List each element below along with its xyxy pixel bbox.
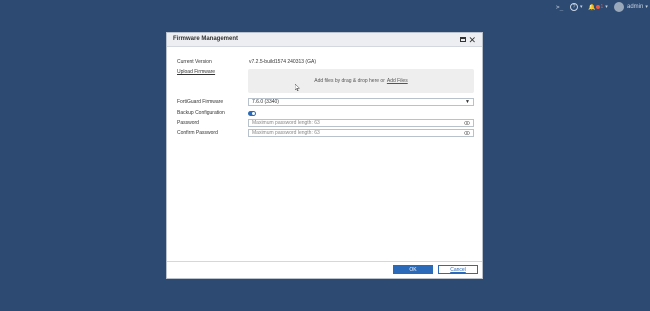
chevron-down-icon: ▾: [580, 4, 583, 10]
dialog-header: Firmware Management ✕: [167, 33, 482, 47]
notifications-menu[interactable]: 🔔 1 ▾: [588, 2, 608, 12]
current-version-label: Current Version: [177, 59, 212, 65]
mouse-cursor-icon: [295, 84, 300, 91]
firmware-management-dialog: Firmware Management ✕ Current Version v7…: [166, 32, 483, 279]
password-field[interactable]: Maximum password length: 63: [248, 119, 474, 127]
password-label: Password: [177, 120, 199, 126]
chevron-down-icon: ▼: [465, 99, 470, 105]
help-menu[interactable]: ? ▾: [570, 2, 583, 12]
eye-icon[interactable]: [464, 121, 470, 125]
fortiguard-firmware-value: 7.6.0 (3340): [252, 99, 279, 105]
password-placeholder: Maximum password length: 63: [252, 120, 320, 126]
upload-firmware-label[interactable]: Upload Firmware: [177, 69, 215, 75]
chevron-down-icon: ▾: [645, 4, 648, 10]
ok-button[interactable]: OK: [393, 265, 433, 274]
backup-configuration-label: Backup Configuration: [177, 110, 225, 116]
user-name: admin: [627, 4, 644, 10]
fortiguard-firmware-label: FortiGuard Firmware: [177, 99, 224, 105]
dialog-title: Firmware Management: [173, 36, 239, 42]
top-bar: >_ ? ▾ 🔔 1 ▾ admin ▾: [0, 0, 650, 14]
fortiguard-firmware-select[interactable]: 7.6.0 (3340) ▼: [248, 98, 474, 106]
confirm-password-placeholder: Maximum password length: 63: [252, 130, 320, 136]
dialog-footer: OK Cancel: [167, 261, 482, 278]
backup-configuration-toggle[interactable]: [248, 111, 256, 116]
file-dropzone[interactable]: Add files by drag & drop here or Add Fil…: [248, 69, 474, 93]
eye-icon[interactable]: [464, 131, 470, 135]
confirm-password-field[interactable]: Maximum password length: 63: [248, 129, 474, 137]
help-icon: ?: [570, 3, 578, 11]
toggle-knob: [252, 112, 255, 115]
bell-icon: 🔔: [588, 4, 596, 11]
dropzone-text: Add files by drag & drop here or: [314, 78, 385, 84]
terminal-icon[interactable]: >_: [556, 2, 563, 12]
maximize-icon[interactable]: [460, 37, 466, 42]
chevron-down-icon: ▾: [605, 4, 608, 10]
user-menu[interactable]: admin ▾: [614, 2, 648, 12]
avatar: [614, 2, 624, 12]
confirm-password-label: Confirm Password: [177, 130, 218, 136]
add-files-link[interactable]: Add Files: [387, 78, 408, 84]
cancel-button[interactable]: Cancel: [438, 265, 478, 274]
notification-count: 1: [600, 4, 604, 10]
current-version-value: v7.2.5-build1574 240313 (GA): [249, 59, 316, 65]
close-icon[interactable]: ✕: [468, 34, 476, 46]
